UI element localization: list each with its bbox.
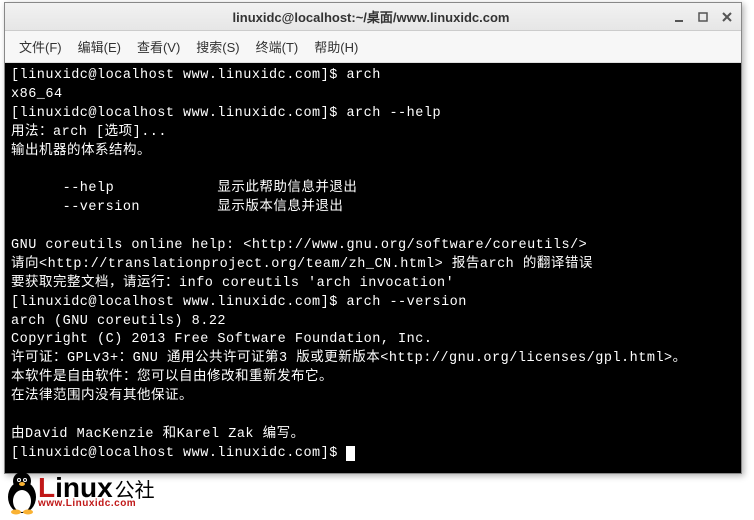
terminal-window: linuxidc@localhost:~/桌面/www.linuxidc.com… [4,2,742,474]
menu-search[interactable]: 搜索(S) [190,35,245,58]
menubar: 文件(F) 编辑(E) 查看(V) 搜索(S) 终端(T) 帮助(H) [5,31,741,63]
menu-view[interactable]: 查看(V) [131,35,186,58]
menu-terminal[interactable]: 终端(T) [250,35,305,58]
terminal-cursor [346,446,355,461]
logo-text: Linux公社 www.Linuxidc.com [38,475,155,509]
logo: Linux公社 www.Linuxidc.com [2,469,155,515]
close-button[interactable] [719,9,735,25]
logo-main: Linux公社 [38,475,155,500]
penguin-icon [2,469,42,515]
window-controls [671,9,735,25]
titlebar: linuxidc@localhost:~/桌面/www.linuxidc.com [5,3,741,31]
logo-url: www.Linuxidc.com [38,498,155,509]
menu-help[interactable]: 帮助(H) [308,35,364,58]
window-title: linuxidc@localhost:~/桌面/www.linuxidc.com [71,7,671,26]
terminal-output[interactable]: [linuxidc@localhost www.linuxidc.com]$ a… [5,63,741,473]
maximize-button[interactable] [695,9,711,25]
menu-edit[interactable]: 编辑(E) [72,35,127,58]
menu-file[interactable]: 文件(F) [13,35,68,58]
minimize-button[interactable] [671,9,687,25]
